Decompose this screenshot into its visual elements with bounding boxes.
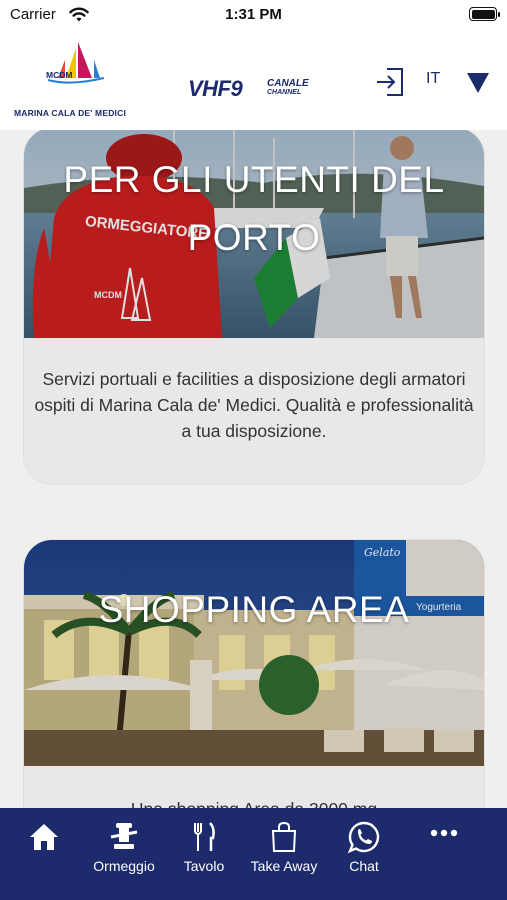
card-description-shopping-area: Una shopping Area da 3000 mq [24,766,484,808]
logo-mark-text: MCDM [46,70,72,80]
triangle-down-icon[interactable] [466,72,490,94]
sail-logo-icon: MCDM [46,42,105,84]
tab-chat[interactable]: Chat [324,808,404,900]
vhf-main-label: VHF9 [188,76,243,101]
card-title-shopping-area: SHOPPING AREA [98,589,410,630]
marina-logo[interactable]: MCDM MARINA CALA DE' MEDICI [8,42,132,124]
content-scroll[interactable]: ORMEGGIATORE MCDM PER GLI UTENTI DEL POR… [0,130,507,808]
tab-tavolo[interactable]: Tavolo [164,808,244,900]
port-users-photo: ORMEGGIATORE MCDM PER GLI UTENTI DEL POR… [24,130,484,338]
bottom-tab-bar: Ormeggio Tavolo Take Away Chat [0,808,507,900]
clock: 1:31 PM [225,6,282,23]
status-bar: Carrier 1:31 PM [0,0,507,32]
whatsapp-icon [347,821,380,854]
shopping-photo-illustration: Gelato Yogurteria [24,540,484,766]
app-header: MCDM MARINA CALA DE' MEDICI VHF9 CANALE … [0,32,507,130]
vhf-canale-label: CANALE [267,78,309,89]
login-icon[interactable] [374,66,406,98]
card-description-port-users: Servizi portuali e facilities a disposiz… [34,369,474,441]
card-title-port-users-line1: PER GLI UTENTI DEL [63,159,445,200]
more-icon [430,829,458,837]
logo-text: MARINA CALA DE' MEDICI [13,108,127,118]
tab-ormeggio[interactable]: Ormeggio [84,808,164,900]
shopping-area-photo: Gelato Yogurteria [24,540,484,766]
battery-icon [469,7,500,21]
card-port-users[interactable]: ORMEGGIATORE MCDM PER GLI UTENTI DEL POR… [24,130,484,484]
tab-more[interactable] [404,808,484,900]
tab-take-away[interactable]: Take Away [244,808,324,900]
tab-home[interactable] [4,808,84,900]
language-selector[interactable]: IT [426,70,440,88]
home-icon [30,824,58,850]
cutlery-icon [194,822,215,851]
card-title-port-users-line2: PORTO [187,217,321,258]
card-shopping-area[interactable]: Gelato Yogurteria [24,540,484,808]
bollard-icon [110,823,138,849]
vhf-channel-label: CHANNEL [267,89,302,96]
vhf-channel-badge[interactable]: VHF9 CANALE CHANNEL [188,76,309,102]
shopping-bag-icon [271,821,297,852]
